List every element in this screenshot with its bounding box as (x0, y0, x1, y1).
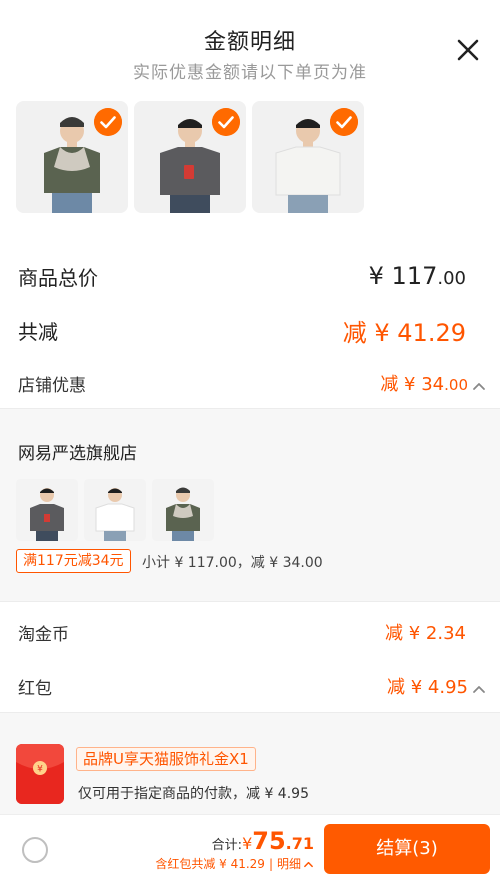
store-item-list (16, 479, 214, 541)
store-discount-value: 减 ¥ 34.00 (380, 374, 468, 395)
checkout-bar: 合计:¥75.71 含红包共减 ¥ 41.29 | 明细 结算(3) (0, 814, 500, 876)
total-price-value: ¥ 117.00 (369, 262, 466, 290)
total-discount-value: 减 ¥ 41.29 (342, 318, 466, 347)
product-thumbnail[interactable] (252, 101, 364, 213)
redpacket-breakdown-panel: ¥ 品牌U享天猫服饰礼金X1 仅可用于指定商品的付款，减 ¥ 4.95 (0, 712, 500, 814)
total-amount-decimal: .71 (285, 834, 314, 853)
total-price-row: 商品总价 ¥ 117.00 (18, 256, 466, 296)
total-label: 合计: (211, 838, 243, 853)
svg-text:¥: ¥ (37, 765, 43, 775)
product-thumbnail[interactable] (16, 101, 128, 213)
selected-check-icon[interactable] (212, 108, 240, 136)
store-discount-decimal: .00 (444, 376, 468, 394)
store-name: 网易严选旗舰店 (18, 444, 137, 464)
redpacket-row[interactable]: 红包 减 ¥ 4.95 (18, 668, 486, 704)
coins-row: 淘金币 减 ¥ 2.34 (18, 614, 466, 650)
sheet-subtitle: 实际优惠金额请以下单页为准 (133, 63, 367, 83)
store-discount-prefix: 减 ¥ 34 (380, 374, 445, 395)
detail-link[interactable]: 明细 (277, 857, 301, 871)
coins-label: 淘金币 (18, 624, 69, 645)
total-price-integer: 117 (391, 262, 438, 290)
store-discount-value-group: 减 ¥ 34.00 (380, 370, 486, 396)
total-discount-label: 共减 (18, 319, 58, 344)
chevron-up-icon[interactable] (472, 682, 486, 696)
redpacket-value: 减 ¥ 4.95 (387, 677, 468, 698)
total-currency: ¥ (242, 834, 253, 853)
product-thumbnail[interactable] (134, 101, 246, 213)
store-discount-label: 店铺优惠 (18, 375, 86, 396)
store-subtotal: 小计 ¥ 117.00，减 ¥ 34.00 (142, 555, 323, 571)
close-icon[interactable] (454, 36, 482, 64)
voucher-description: 仅可用于指定商品的付款，减 ¥ 4.95 (78, 786, 309, 802)
total-price-currency: ¥ (368, 262, 384, 290)
store-item-thumbnail (84, 479, 146, 541)
total-price-label: 商品总价 (18, 265, 98, 290)
store-item-image (84, 479, 146, 541)
checkout-button[interactable]: 结算(3) (324, 824, 490, 874)
total-discount-row: 共减 减 ¥ 41.29 (18, 310, 466, 350)
store-item-thumbnail (16, 479, 78, 541)
store-item-image (16, 479, 78, 541)
store-breakdown-panel: 网易严选旗舰店 满117元减34元 小计 ¥ 117.00，减 ¥ 34.00 (0, 408, 500, 602)
total-amount: 合计:¥75.71 (212, 827, 314, 855)
separator: | (268, 857, 273, 871)
store-discount-row[interactable]: 店铺优惠 减 ¥ 34.00 (18, 366, 486, 400)
promotion-tag: 满117元减34元 (16, 549, 131, 573)
redpacket-label: 红包 (18, 678, 52, 699)
voucher-tag: 品牌U享天猫服饰礼金X1 (76, 747, 256, 771)
selected-check-icon[interactable] (94, 108, 122, 136)
discount-summary[interactable]: 含红包共减 ¥ 41.29 | 明细 (155, 855, 314, 872)
store-item-thumbnail (152, 479, 214, 541)
selected-products (16, 101, 364, 213)
sheet-title: 金额明细 (203, 30, 296, 55)
select-all-radio[interactable] (22, 837, 48, 863)
red-envelope-icon: ¥ (16, 744, 64, 804)
total-price-decimal: .00 (437, 268, 466, 289)
total-amount-integer: 75 (252, 827, 286, 855)
sheet-header: 金额明细 实际优惠金额请以下单页为准 (0, 0, 500, 92)
coins-value: 减 ¥ 2.34 (385, 623, 466, 644)
chevron-up-icon[interactable] (472, 379, 486, 393)
chevron-up-icon[interactable] (303, 859, 314, 870)
redpacket-value-group: 减 ¥ 4.95 (387, 673, 486, 699)
discount-summary-text: 含红包共减 ¥ 41.29 (155, 857, 265, 871)
selected-check-icon[interactable] (330, 108, 358, 136)
store-item-image (152, 479, 214, 541)
